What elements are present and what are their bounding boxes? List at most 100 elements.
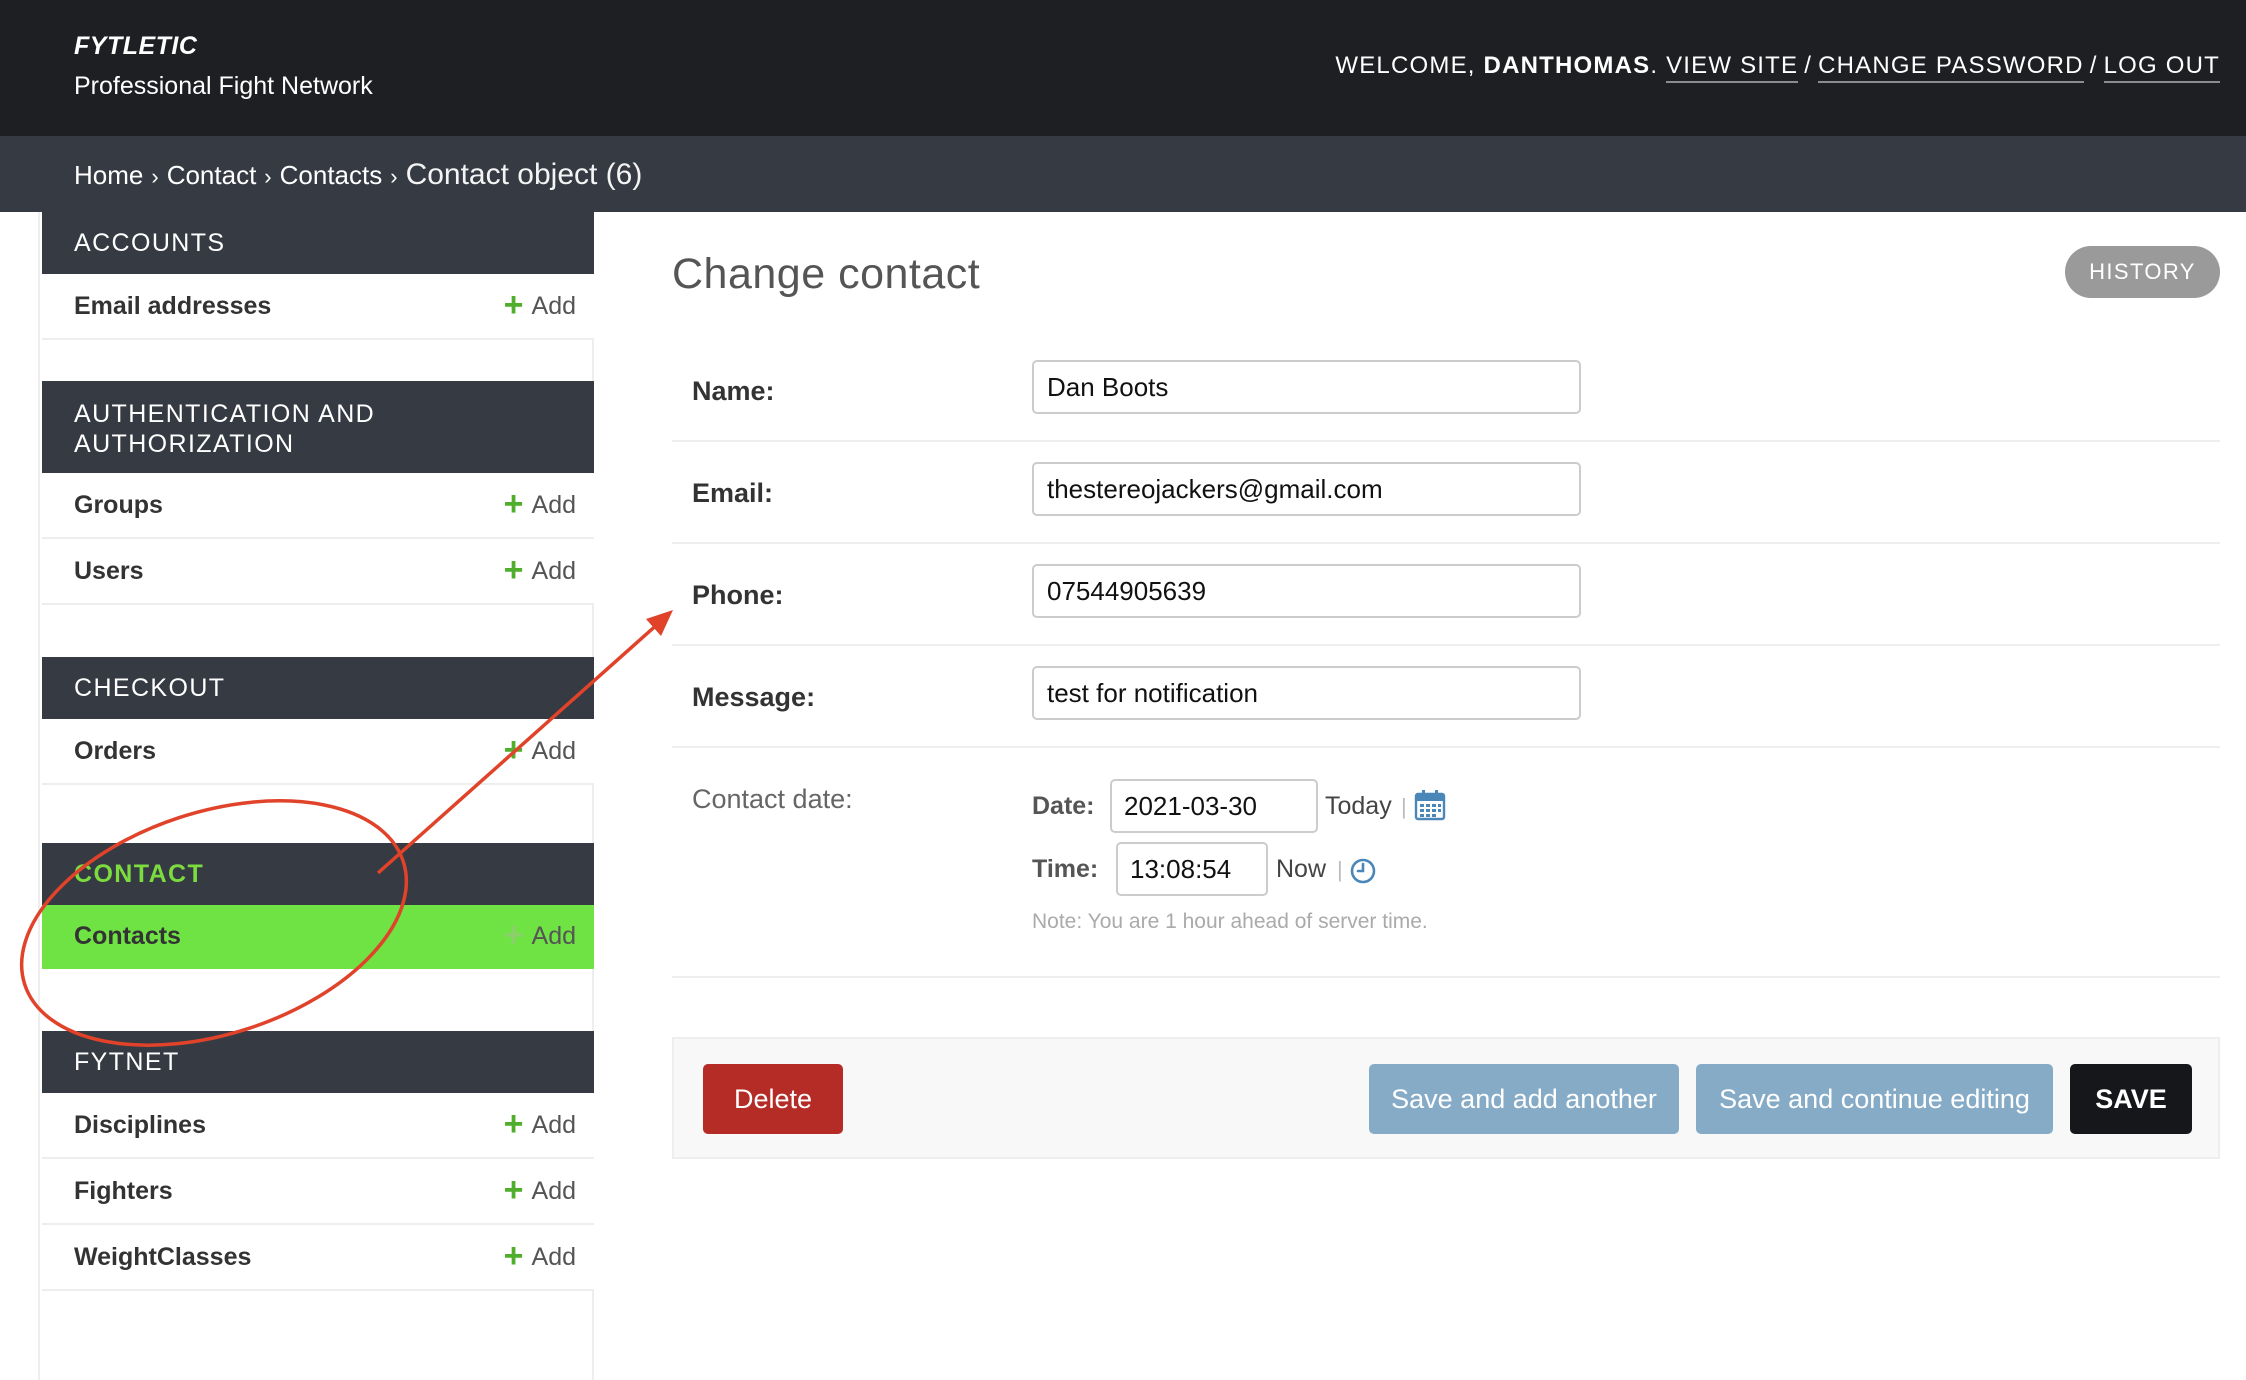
add-label: Add bbox=[531, 1110, 576, 1139]
message-input[interactable] bbox=[1032, 666, 1581, 720]
today-link[interactable]: Today bbox=[1325, 792, 1392, 821]
phone-label: Phone: bbox=[692, 580, 784, 610]
plus-icon: + bbox=[503, 1170, 524, 1209]
breadcrumb-separator: › bbox=[151, 164, 159, 189]
save-button[interactable]: SAVE bbox=[2070, 1064, 2192, 1134]
user-tools: WELCOME, DANTHOMAS. VIEW SITE / CHANGE PAS… bbox=[1335, 52, 2220, 83]
sidebar-item-label[interactable]: Contacts bbox=[74, 922, 181, 951]
change-password-link[interactable]: CHANGE PASSWORD bbox=[1818, 52, 2084, 83]
sidebar-item-label[interactable]: Disciplines bbox=[74, 1111, 206, 1140]
save-and-continue-button[interactable]: Save and continue editing bbox=[1696, 1064, 2053, 1134]
module-header-accounts[interactable]: ACCOUNTS bbox=[42, 212, 594, 274]
sidebar-item-label[interactable]: Users bbox=[74, 557, 144, 586]
module-header-checkout[interactable]: CHECKOUT bbox=[42, 657, 594, 719]
breadcrumb: Home › Contact › Contacts › Contact object (6) bbox=[0, 136, 2246, 212]
form-row-message: Message: bbox=[672, 646, 2220, 748]
sidebar-item-label[interactable]: WeightClasses bbox=[74, 1243, 251, 1272]
breadcrumb-contacts[interactable]: Contacts bbox=[280, 160, 383, 190]
add-label: Add bbox=[531, 1242, 576, 1271]
time-shortcut-separator: | bbox=[1337, 857, 1343, 882]
email-label: Email: bbox=[692, 478, 774, 508]
add-order-link[interactable]: + Add bbox=[503, 730, 576, 769]
add-email-address-link[interactable]: + Add bbox=[503, 285, 576, 324]
view-site-link[interactable]: VIEW SITE bbox=[1666, 52, 1799, 83]
sidebar-item-orders[interactable]: Orders + Add bbox=[42, 719, 594, 785]
add-label: Add bbox=[531, 1176, 576, 1205]
time-input[interactable] bbox=[1116, 842, 1268, 896]
form-row-contact-date: Contact date: Date: Today | Time: Now | … bbox=[672, 748, 2220, 978]
module-gap bbox=[42, 605, 594, 657]
plus-icon: + bbox=[503, 915, 524, 954]
add-label: Add bbox=[531, 736, 576, 765]
date-input[interactable] bbox=[1110, 779, 1318, 833]
now-link[interactable]: Now bbox=[1276, 855, 1326, 884]
welcome-text: WELCOME, bbox=[1335, 52, 1476, 79]
delete-button[interactable]: Delete bbox=[703, 1064, 843, 1134]
log-out-link[interactable]: LOG OUT bbox=[2103, 52, 2220, 83]
annotation-arrow-head bbox=[646, 610, 673, 636]
message-label: Message: bbox=[692, 682, 816, 712]
breadcrumb-separator: › bbox=[390, 164, 398, 189]
calendar-icon[interactable] bbox=[1414, 789, 1446, 826]
add-group-link[interactable]: + Add bbox=[503, 484, 576, 523]
sidebar-item-label[interactable]: Fighters bbox=[74, 1177, 173, 1206]
site-brand-name[interactable]: FYTLETIC bbox=[74, 32, 197, 61]
sidebar-item-weightclasses[interactable]: WeightClasses + Add bbox=[42, 1225, 594, 1291]
plus-icon: + bbox=[503, 550, 524, 589]
breadcrumb-contact[interactable]: Contact bbox=[167, 160, 257, 190]
save-and-add-another-button[interactable]: Save and add another bbox=[1369, 1064, 1679, 1134]
add-label: Add bbox=[531, 556, 576, 585]
add-contact-link[interactable]: + Add bbox=[503, 915, 576, 954]
plus-icon: + bbox=[503, 1104, 524, 1143]
plus-icon: + bbox=[503, 285, 524, 324]
date-shortcut-separator: | bbox=[1401, 794, 1407, 819]
sidebar-item-groups[interactable]: Groups + Add bbox=[42, 473, 594, 539]
time-label: Time: bbox=[1032, 855, 1099, 883]
user-tools-separator: / bbox=[2089, 52, 2098, 79]
add-weightclass-link[interactable]: + Add bbox=[503, 1236, 576, 1275]
form-row-name: Name: bbox=[672, 340, 2220, 442]
email-input[interactable] bbox=[1032, 462, 1581, 516]
history-button[interactable]: HISTORY bbox=[2065, 246, 2220, 298]
add-discipline-link[interactable]: + Add bbox=[503, 1104, 576, 1143]
module-header-authentication[interactable]: AUTHENTICATION AND AUTHORIZATION bbox=[42, 381, 594, 473]
username: DANTHOMAS bbox=[1483, 52, 1651, 79]
form-row-email: Email: bbox=[672, 442, 2220, 544]
module-header-fytnet[interactable]: FYTNET bbox=[42, 1031, 594, 1093]
page-title: Change contact bbox=[672, 250, 981, 298]
add-user-link[interactable]: + Add bbox=[503, 550, 576, 589]
clock-icon[interactable] bbox=[1349, 857, 1377, 890]
site-header: FYTLETIC Professional Fight Network WELC… bbox=[0, 0, 2246, 136]
name-input[interactable] bbox=[1032, 360, 1581, 414]
module-gap bbox=[42, 969, 594, 1031]
add-label: Add bbox=[531, 490, 576, 519]
sidebar-item-email-addresses[interactable]: Email addresses + Add bbox=[42, 274, 594, 340]
plus-icon: + bbox=[503, 484, 524, 523]
module-gap bbox=[42, 340, 594, 381]
breadcrumb-home[interactable]: Home bbox=[74, 160, 143, 190]
breadcrumb-current: Contact object (6) bbox=[405, 158, 643, 191]
timezone-note: Note: You are 1 hour ahead of server tim… bbox=[1032, 910, 1428, 933]
site-brand-subtitle: Professional Fight Network bbox=[74, 72, 373, 100]
add-label: Add bbox=[531, 291, 576, 320]
add-label: Add bbox=[531, 921, 576, 950]
plus-icon: + bbox=[503, 730, 524, 769]
add-fighter-link[interactable]: + Add bbox=[503, 1170, 576, 1209]
submit-row: Delete Save and add another Save and con… bbox=[672, 1037, 2220, 1159]
sidebar-item-label[interactable]: Orders bbox=[74, 737, 156, 766]
sidebar-item-label[interactable]: Email addresses bbox=[74, 292, 271, 321]
contact-date-label: Contact date: bbox=[692, 784, 853, 814]
name-label: Name: bbox=[692, 376, 775, 406]
module-header-contact[interactable]: CONTACT bbox=[42, 843, 594, 905]
sidebar-item-disciplines[interactable]: Disciplines + Add bbox=[42, 1093, 594, 1159]
sidebar-item-fighters[interactable]: Fighters + Add bbox=[42, 1159, 594, 1225]
sidebar-item-label[interactable]: Groups bbox=[74, 491, 163, 520]
sidebar-item-users[interactable]: Users + Add bbox=[42, 539, 594, 605]
breadcrumb-separator: › bbox=[264, 164, 272, 189]
plus-icon: + bbox=[503, 1236, 524, 1275]
nav-sidebar: ACCOUNTS Email addresses + Add AUTHENTICA… bbox=[38, 212, 594, 1380]
phone-input[interactable] bbox=[1032, 564, 1581, 618]
sidebar-item-contacts[interactable]: Contacts + Add bbox=[42, 905, 594, 969]
module-gap bbox=[42, 785, 594, 843]
form-row-phone: Phone: bbox=[672, 544, 2220, 646]
